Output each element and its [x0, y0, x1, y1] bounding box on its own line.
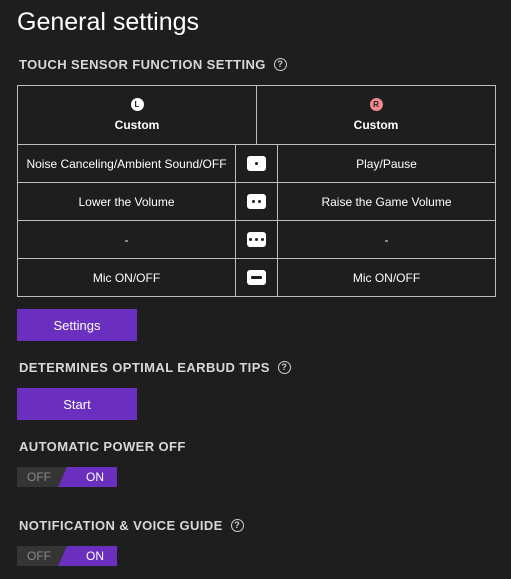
left-earbud-header[interactable]: L Custom — [18, 86, 257, 144]
gesture-cell — [236, 221, 278, 258]
auto-power-off-heading-text: AUTOMATIC POWER OFF — [19, 439, 186, 454]
triple-tap-icon — [247, 232, 266, 247]
left-function-cell: - — [18, 221, 236, 258]
toggle-off-label: OFF — [27, 549, 51, 563]
notification-heading-text: NOTIFICATION & VOICE GUIDE — [19, 518, 223, 533]
auto-power-off-toggle[interactable]: OFF ON — [17, 467, 117, 487]
toggle-off-label: OFF — [27, 470, 51, 484]
notification-toggle[interactable]: OFF ON — [17, 546, 117, 566]
right-function-cell: Mic ON/OFF — [352, 270, 421, 285]
page-title: General settings — [17, 8, 200, 36]
help-icon[interactable]: ? — [230, 519, 244, 532]
touch-sensor-table: L Custom R Custom Noise Canceling/Ambien… — [17, 85, 496, 297]
left-function-cell: Mic ON/OFF — [18, 259, 236, 296]
left-earbud-label: Custom — [114, 118, 160, 132]
touch-sensor-heading: TOUCH SENSOR FUNCTION SETTING ? — [19, 57, 287, 72]
single-tap-icon — [247, 156, 266, 171]
double-tap-icon — [247, 194, 266, 209]
gesture-cell — [236, 259, 278, 296]
right-earbud-header[interactable]: R Custom — [257, 86, 495, 144]
earbud-tips-heading: DETERMINES OPTIMAL EARBUD TIPS ? — [19, 360, 291, 375]
hold-icon — [247, 270, 266, 285]
table-row: Lower the Volume Raise the Game Volume — [18, 182, 495, 220]
table-row: - - — [18, 220, 495, 258]
table-row: Noise Canceling/Ambient Sound/OFF Play/P… — [18, 144, 495, 182]
toggle-on-label: ON — [86, 470, 104, 484]
help-icon[interactable]: ? — [273, 58, 287, 71]
left-function-cell: Noise Canceling/Ambient Sound/OFF — [18, 145, 236, 182]
gesture-cell — [236, 145, 278, 182]
notification-heading: NOTIFICATION & VOICE GUIDE ? — [19, 518, 244, 533]
right-earbud-icon: R — [369, 98, 383, 111]
right-function-cell: Play/Pause — [356, 156, 417, 171]
earbud-tips-heading-text: DETERMINES OPTIMAL EARBUD TIPS — [19, 360, 270, 375]
table-row: Mic ON/OFF Mic ON/OFF — [18, 258, 495, 296]
right-function-cell: - — [384, 232, 389, 247]
start-button[interactable]: Start — [17, 388, 137, 420]
help-icon[interactable]: ? — [277, 361, 291, 374]
touch-sensor-heading-text: TOUCH SENSOR FUNCTION SETTING — [19, 57, 266, 72]
gesture-cell — [236, 183, 278, 220]
left-function-cell: Lower the Volume — [18, 183, 236, 220]
settings-button[interactable]: Settings — [17, 309, 137, 341]
toggle-on-label: ON — [86, 549, 104, 563]
auto-power-off-heading: AUTOMATIC POWER OFF — [19, 439, 186, 454]
left-earbud-icon: L — [130, 98, 144, 111]
right-earbud-label: Custom — [353, 118, 399, 132]
right-function-cell: Raise the Game Volume — [321, 194, 452, 209]
